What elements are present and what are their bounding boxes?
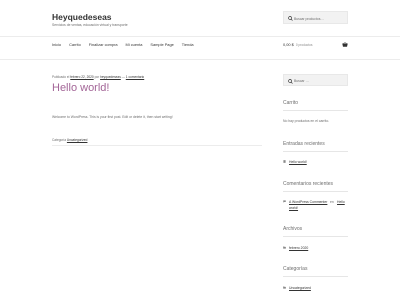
folder-icon bbox=[283, 286, 286, 289]
sidebar-comment-post-link[interactable]: Hello bbox=[337, 200, 345, 204]
nav-item-finalizar-compra[interactable]: Finalizar compra bbox=[89, 42, 118, 50]
nav-item-mi-cuenta[interactable]: Mi cuenta bbox=[126, 42, 143, 50]
folder-icon bbox=[283, 246, 286, 249]
post-date-link[interactable]: febrero 22, 2020 bbox=[70, 75, 93, 79]
sidebar-divider bbox=[283, 151, 348, 152]
primary-navigation: Inicio Carrito Finalizar compra Mi cuent… bbox=[52, 42, 194, 50]
search-icon bbox=[288, 78, 293, 84]
sidebar-recent-posts-heading: Entradas recientes bbox=[283, 141, 325, 147]
post-divider bbox=[52, 145, 262, 146]
nav-top-divider bbox=[0, 36, 400, 37]
sidebar-cart-empty: No hay productos en el carrito. bbox=[283, 119, 330, 123]
sidebar-recent-post-link[interactable]: Hello world! bbox=[289, 160, 307, 164]
header-cart[interactable]: 0,00 $0 productos bbox=[283, 42, 313, 47]
post-meta-prefix: Publicado el bbox=[52, 75, 70, 79]
nav-item-tienda[interactable]: Tienda bbox=[182, 42, 194, 50]
sidebar-categories-heading: Categorías bbox=[283, 266, 308, 272]
sidebar-search-input[interactable] bbox=[294, 77, 346, 85]
sidebar-divider bbox=[283, 191, 348, 192]
nav-item-sample-page[interactable]: Sample Page bbox=[150, 42, 173, 50]
nav-bottom-divider bbox=[0, 59, 400, 60]
post-category-label: Categoría bbox=[52, 138, 66, 142]
post-author-link[interactable]: heyquedeseas bbox=[100, 75, 121, 79]
cart-count: 0 productos bbox=[295, 43, 313, 47]
sidebar-recent-comments-heading: Comentarios recientes bbox=[283, 181, 334, 187]
site-title[interactable]: Heyquedeseas bbox=[52, 12, 112, 22]
sidebar-comment-post-link-continued[interactable]: world! bbox=[289, 206, 298, 210]
post-meta: Publicado el febrero 22, 2020 por heyque… bbox=[52, 75, 144, 79]
nav-item-inicio[interactable]: Inicio bbox=[52, 42, 61, 50]
sidebar-category-link[interactable]: Uncategorized bbox=[289, 286, 311, 290]
sidebar-cart-heading: Carrito bbox=[283, 100, 299, 106]
cart-amount: 0,00 $ bbox=[283, 42, 294, 47]
product-search-input[interactable] bbox=[294, 14, 346, 23]
post-title[interactable]: Hello world! bbox=[52, 82, 109, 94]
basket-icon[interactable] bbox=[342, 42, 348, 47]
post-meta-separator: — bbox=[121, 75, 125, 79]
header-search[interactable] bbox=[283, 11, 348, 24]
sidebar-divider bbox=[283, 276, 348, 277]
nav-item-carrito[interactable]: Carrito bbox=[69, 42, 81, 50]
post-meta-by: por bbox=[94, 75, 100, 79]
sidebar-archives-heading: Archivos bbox=[283, 226, 303, 232]
post-content: Welcome to WordPress. This is your first… bbox=[52, 115, 173, 119]
sidebar-comment-on: en bbox=[330, 200, 334, 204]
search-icon bbox=[288, 15, 293, 21]
post-category: Categoría Uncategorized bbox=[52, 138, 87, 142]
site-description: Servicios de ventas, educación virtual y… bbox=[52, 23, 128, 27]
post-category-link[interactable]: Uncategorized bbox=[67, 138, 88, 142]
sidebar-comment-author-link[interactable]: A WordPress Commenter bbox=[289, 200, 327, 204]
sidebar-divider bbox=[283, 110, 348, 111]
sidebar-archive-link[interactable]: febrero 2020 bbox=[289, 246, 308, 250]
post-comments-link[interactable]: 1 comentario bbox=[126, 75, 144, 79]
sidebar-search[interactable] bbox=[283, 74, 348, 86]
sidebar-divider bbox=[283, 236, 348, 237]
comment-icon bbox=[283, 200, 286, 203]
document-icon bbox=[283, 160, 286, 163]
